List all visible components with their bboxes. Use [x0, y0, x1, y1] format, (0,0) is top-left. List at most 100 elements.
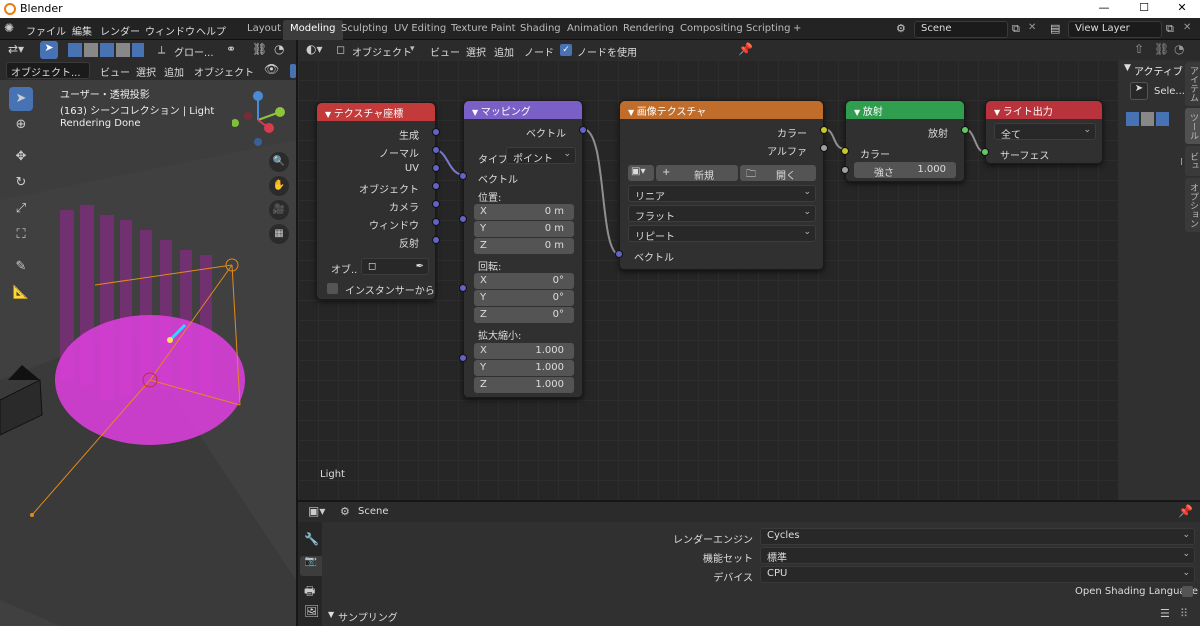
socket-generated[interactable] — [432, 128, 440, 136]
drag-handle-icon[interactable]: ⠿ — [1180, 607, 1188, 620]
sidebar-tab-view[interactable]: ビュー — [1175, 146, 1200, 176]
node-header[interactable]: ▼ 画像テクスチャ — [620, 101, 823, 119]
node-header[interactable]: ▼ テクスチャ座標 — [317, 103, 435, 121]
type-dropdown[interactable]: ポイント ⌄ — [506, 147, 576, 165]
socket-vector-out[interactable] — [579, 126, 587, 134]
render-engine-dropdown[interactable]: Cycles ⌄ — [760, 528, 1195, 545]
viewport-3d[interactable]: ⇄▾ ➤ ⟂ グロー... ⚭ ⛓ ◔ オブジェクト... ビュー 選択 追加 … — [0, 40, 296, 626]
node-menu-node[interactable]: ノード — [524, 44, 554, 59]
socket-window[interactable] — [432, 218, 440, 226]
device-dropdown[interactable]: CPU ⌄ — [760, 566, 1195, 583]
socket-reflection[interactable] — [432, 236, 440, 244]
tab-sculpting[interactable]: Sculpting — [334, 20, 395, 40]
scale-x[interactable]: X 1.000 — [474, 343, 574, 359]
socket-emission-out[interactable] — [961, 126, 969, 134]
tab-rendering[interactable]: Rendering — [616, 20, 681, 40]
active-tool-icon[interactable]: ➤ — [1130, 82, 1148, 100]
node-header[interactable]: ▼ ライト出力 — [986, 101, 1102, 119]
socket-uv[interactable] — [432, 164, 440, 172]
zoom-icon[interactable]: 🔍 — [269, 152, 289, 172]
node-editor-type-icon[interactable]: ◐▾ — [306, 42, 323, 56]
pivot-icon[interactable]: ⚭ — [226, 42, 236, 56]
add-workspace-button[interactable]: + — [786, 20, 808, 40]
tab-texture-paint[interactable]: Texture Paint — [444, 20, 523, 40]
select-tool-button[interactable]: ➤ — [9, 87, 33, 111]
orientation-dropdown[interactable]: グロー... — [174, 44, 214, 59]
select-mode-buttons[interactable] — [1126, 112, 1170, 126]
editor-type-icon[interactable]: ⇄▾ — [8, 42, 24, 56]
rotation-z[interactable]: Z 0° — [474, 307, 574, 323]
menu-window[interactable]: ウィンドウ — [145, 23, 195, 38]
tool-tab-icon[interactable]: 🔧 — [304, 532, 319, 546]
node-texture-coordinate[interactable]: ▼ テクスチャ座標 生成 ノーマル UV オブジェクト カメラ ウィンドウ 反射… — [316, 102, 440, 300]
sidebar-tab-tool[interactable]: ツール — [1185, 108, 1200, 144]
rotation-x[interactable]: X 0° — [474, 273, 574, 289]
menu-edit[interactable]: 編集 — [72, 23, 92, 38]
node-header[interactable]: ▼ 放射 — [846, 101, 964, 119]
socket-camera[interactable] — [432, 200, 440, 208]
new-image-button[interactable]: + 新規 — [656, 165, 738, 182]
snap-node-icon[interactable]: ⛓ — [1154, 42, 1169, 56]
panel-collapse-icon[interactable]: ▼ — [1124, 63, 1131, 73]
maximize-button[interactable]: ☐ — [1130, 1, 1158, 14]
transform-tool-button[interactable]: ⛶ — [9, 223, 33, 247]
measure-tool-button[interactable]: 📐 — [9, 281, 33, 305]
use-nodes-checkbox[interactable]: ✓ — [560, 44, 572, 56]
select-box-modes[interactable] — [68, 43, 144, 57]
pin-icon[interactable]: 📌 — [738, 42, 753, 56]
proportional-icon[interactable]: ◔ — [274, 42, 284, 56]
shader-type-dropdown[interactable]: オブジェクト — [352, 44, 412, 59]
socket-rotation[interactable] — [459, 284, 467, 292]
node-emission[interactable]: ▼ 放射 放射 カラー 強さ 1.000 — [841, 100, 969, 182]
socket-vector-in[interactable] — [615, 250, 623, 258]
node-mapping[interactable]: ▼ マッピング ベクトル タイプ: ポイント ⌄ ベクトル 位置: X0 m Y0… — [459, 100, 587, 398]
snap-icon[interactable]: ⛓ — [252, 42, 267, 56]
blender-menu-icon[interactable]: ✺ — [4, 21, 14, 35]
new-scene-icon[interactable]: ⧉ — [1012, 22, 1020, 36]
osl-checkbox[interactable] — [1182, 586, 1193, 597]
overlay-icon[interactable]: ◔ — [1174, 42, 1184, 56]
sampling-panel-title[interactable]: サンプリング — [338, 609, 398, 624]
collapse-icon[interactable]: ▼ — [628, 108, 637, 117]
scale-z[interactable]: Z 1.000 — [474, 377, 574, 393]
socket-color-in[interactable] — [841, 147, 849, 155]
socket-color-out[interactable] — [820, 126, 828, 134]
sampling-collapse-icon[interactable]: ▼ — [328, 610, 334, 619]
socket-surface-in[interactable] — [981, 148, 989, 156]
scale-tool-button[interactable]: ⤢ — [9, 197, 33, 221]
tab-layout[interactable]: Layout — [240, 20, 288, 40]
cursor-tool-button[interactable]: ⊕ — [9, 113, 33, 137]
instancer-checkbox[interactable] — [327, 283, 338, 294]
render-tab-icon[interactable]: 📷 — [300, 556, 322, 576]
camera-icon[interactable]: 🎥 — [269, 200, 289, 220]
annotate-tool-button[interactable]: ✎ — [9, 255, 33, 279]
socket-object[interactable] — [432, 182, 440, 190]
socket-strength-in[interactable] — [841, 166, 849, 174]
collapse-icon[interactable]: ▼ — [994, 108, 1003, 117]
target-dropdown[interactable]: 全て ⌄ — [994, 123, 1096, 141]
rotation-y[interactable]: Y 0° — [474, 290, 574, 306]
output-tab-icon[interactable]: 🖶 — [304, 582, 315, 603]
view-layer-field[interactable]: View Layer — [1068, 21, 1162, 38]
minimize-button[interactable]: — — [1090, 1, 1118, 14]
location-x[interactable]: X 0 m — [474, 204, 574, 220]
sidebar-tab-item[interactable]: アイテム — [1185, 62, 1200, 106]
delete-scene-icon[interactable]: ✕ — [1028, 22, 1036, 33]
image-browse-button[interactable]: ▣▾ — [628, 165, 654, 181]
node-menu-select[interactable]: 選択 — [466, 44, 486, 59]
properties-pin-icon[interactable]: 📌 — [1178, 504, 1193, 518]
collapse-icon[interactable]: ▼ — [472, 108, 481, 117]
viewport-menu-object[interactable]: オブジェクト — [194, 64, 254, 79]
node-header[interactable]: ▼ マッピング — [464, 101, 582, 119]
close-button[interactable]: ✕ — [1168, 1, 1196, 14]
properties-type-icon[interactable]: ▣▾ — [308, 504, 325, 518]
socket-normal[interactable] — [432, 146, 440, 154]
menu-file[interactable]: ファイル — [26, 23, 66, 38]
menu-render[interactable]: レンダー — [100, 23, 140, 38]
new-view-layer-icon[interactable]: ⧉ — [1166, 22, 1174, 36]
rotate-tool-button[interactable]: ↻ — [9, 171, 33, 195]
interpolation-dropdown[interactable]: リニア ⌄ — [628, 185, 816, 203]
socket-scale[interactable] — [459, 354, 467, 362]
node-editor-canvas[interactable]: ▼ テクスチャ座標 生成 ノーマル UV オブジェクト カメラ ウィンドウ 反射… — [298, 60, 1118, 500]
scale-y[interactable]: Y 1.000 — [474, 360, 574, 376]
